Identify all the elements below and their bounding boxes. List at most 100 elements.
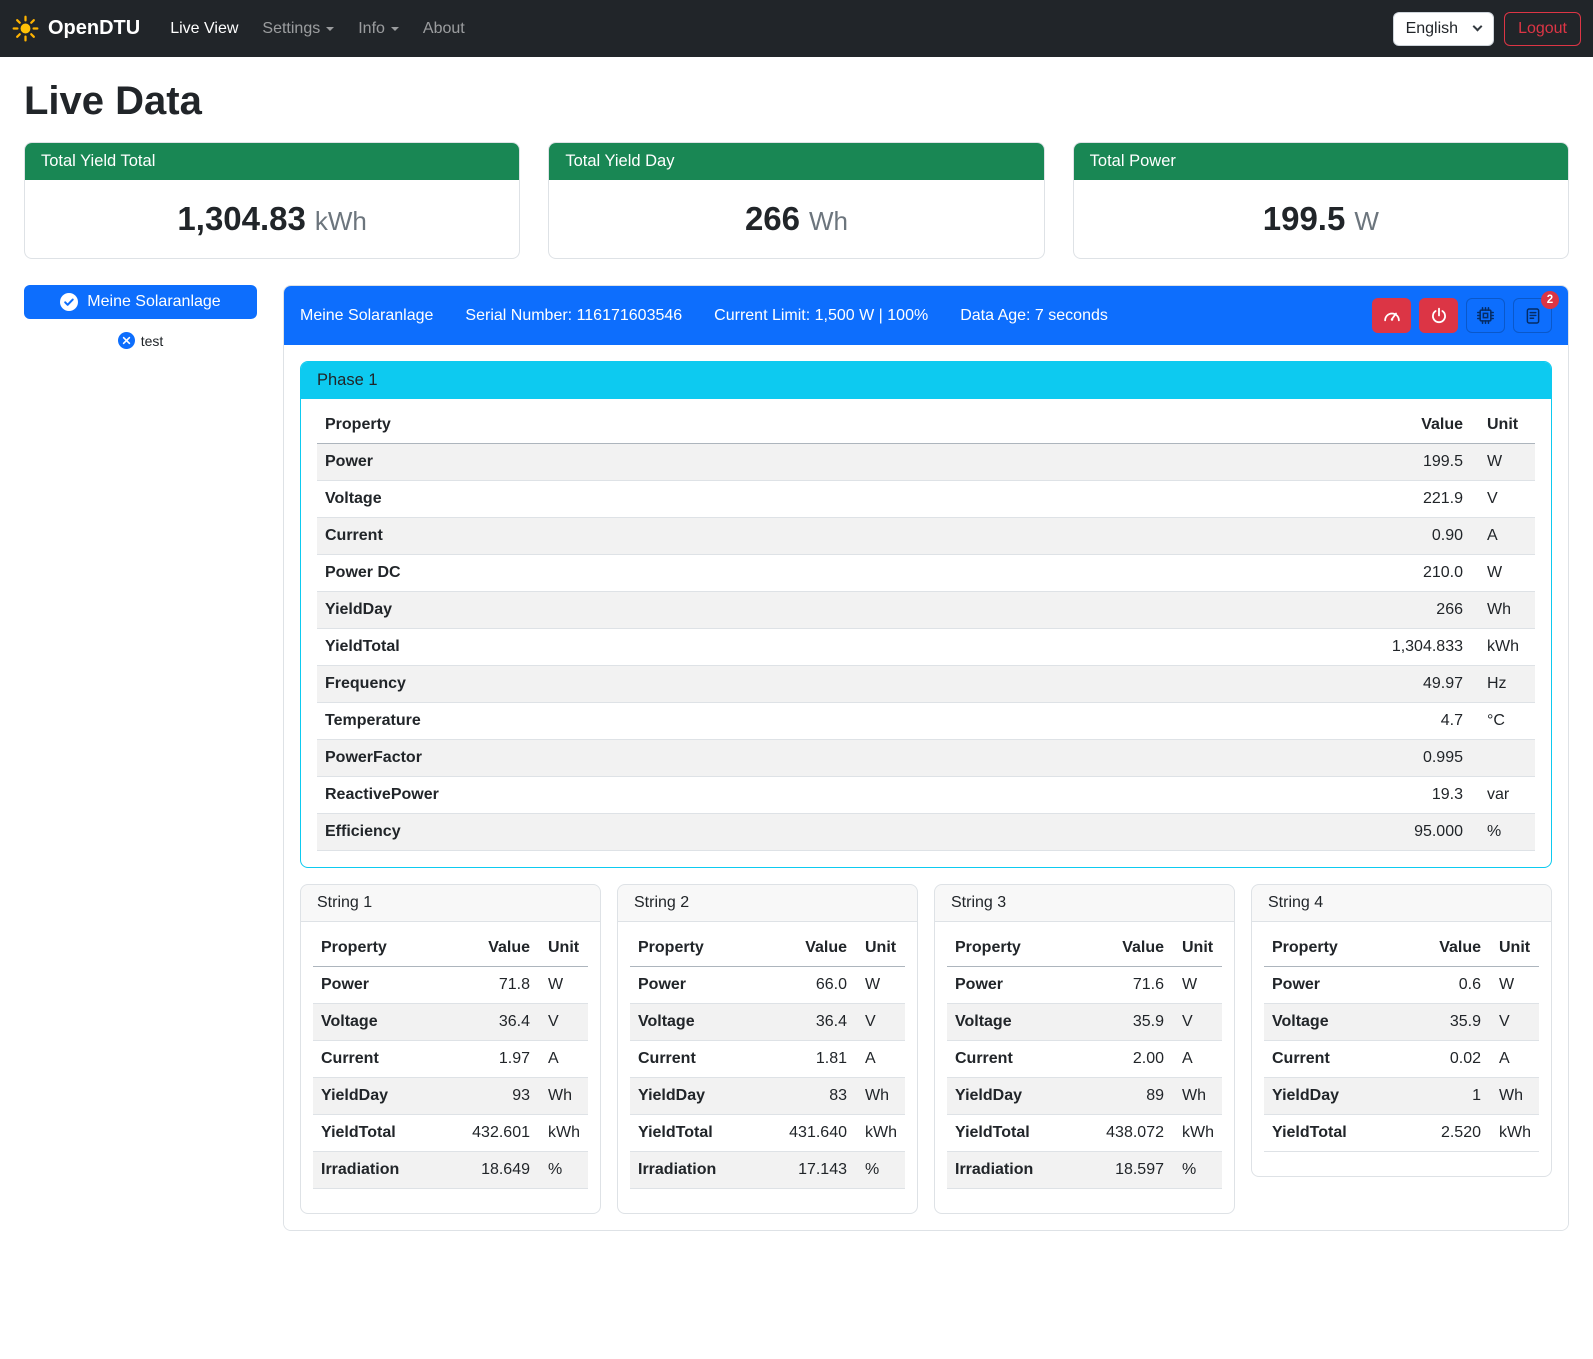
row-unit: A [855, 1041, 905, 1078]
table-header-row: Property Value Unit [313, 930, 588, 967]
inverter-data-age: Data Age: 7 seconds [960, 307, 1108, 325]
row-value: 35.9 [1073, 1004, 1172, 1041]
string-card-header: String 3 [935, 885, 1234, 922]
row-unit: °C [1471, 703, 1535, 740]
row-unit: A [538, 1041, 588, 1078]
page-container: Live Data Total Yield Total 1,304.83kWh … [0, 57, 1593, 1255]
row-unit [1471, 740, 1535, 777]
row-unit: V [1489, 1004, 1539, 1041]
summary-unit: Wh [809, 206, 848, 236]
row-unit: W [855, 967, 905, 1004]
content-row: Meine Solaranlage test Meine Solaranlage… [24, 285, 1569, 1231]
language-select[interactable]: English [1393, 12, 1494, 46]
row-unit: kWh [538, 1115, 588, 1152]
phase-card-header: Phase 1 [301, 362, 1551, 399]
row-property: Current [1264, 1041, 1401, 1078]
table-header-row: Property Value Unit [630, 930, 905, 967]
table-row: Power DC210.0W [317, 555, 1535, 592]
event-log-button[interactable]: 2 [1513, 298, 1552, 333]
row-value: 18.597 [1073, 1152, 1172, 1189]
summary-cards-row: Total Yield Total 1,304.83kWh Total Yiel… [24, 142, 1569, 259]
summary-unit: W [1354, 206, 1379, 236]
row-value: 71.6 [1073, 967, 1172, 1004]
row-unit: W [1172, 967, 1222, 1004]
row-value: 2.520 [1401, 1115, 1489, 1152]
summary-value: 266 [745, 200, 800, 237]
row-property: ReactivePower [317, 777, 1007, 814]
row-property: YieldTotal [1264, 1115, 1401, 1152]
page-title: Live Data [24, 79, 1569, 124]
row-property: Power [313, 967, 439, 1004]
row-property: YieldTotal [317, 629, 1007, 666]
phase-card-body: Property Value Unit Power199.5WVoltage22… [301, 399, 1551, 867]
event-count-badge: 2 [1541, 291, 1559, 309]
column-header-value: Value [756, 930, 855, 967]
column-header-unit: Unit [855, 930, 905, 967]
row-unit: kWh [1471, 629, 1535, 666]
nav-settings[interactable]: Settings [253, 12, 343, 46]
nav-info[interactable]: Info [349, 12, 408, 46]
row-value: 210.0 [1007, 555, 1471, 592]
string-card-body: Property Value Unit Power0.6WVoltage35.9… [1252, 922, 1551, 1176]
table-header-row: Property Value Unit [947, 930, 1222, 967]
column-header-property: Property [630, 930, 756, 967]
chevron-down-icon [1473, 22, 1483, 32]
row-unit: A [1172, 1041, 1222, 1078]
summary-card-total-yield-day: Total Yield Day 266 Wh [548, 142, 1044, 259]
table-row: Temperature4.7°C [317, 703, 1535, 740]
sidebar-item-test[interactable]: test [24, 332, 257, 349]
row-unit: % [1172, 1152, 1222, 1189]
nav-live-view[interactable]: Live View [161, 12, 247, 46]
column-header-property: Property [1264, 930, 1401, 967]
string-table-body: Power71.8WVoltage36.4VCurrent1.97AYieldD… [313, 967, 588, 1189]
inverter-serial: Serial Number: 116171603546 [465, 307, 682, 325]
table-row: Voltage36.4V [630, 1004, 905, 1041]
table-row: YieldTotal431.640kWh [630, 1115, 905, 1152]
row-value: 89 [1073, 1078, 1172, 1115]
column-header-value: Value [1073, 930, 1172, 967]
row-value: 1.97 [439, 1041, 538, 1078]
limit-settings-button[interactable] [1372, 298, 1411, 333]
table-row: Power199.5W [317, 444, 1535, 481]
row-unit: Wh [538, 1078, 588, 1115]
row-value: 0.6 [1401, 967, 1489, 1004]
logout-button[interactable]: Logout [1504, 12, 1581, 46]
summary-unit: kWh [315, 206, 367, 236]
table-row: Current2.00A [947, 1041, 1222, 1078]
row-property: Voltage [947, 1004, 1073, 1041]
table-header-row: Property Value Unit [1264, 930, 1539, 967]
row-property: Power [1264, 967, 1401, 1004]
row-property: YieldDay [313, 1078, 439, 1115]
row-property: YieldDay [947, 1078, 1073, 1115]
row-value: 1.81 [756, 1041, 855, 1078]
power-settings-button[interactable] [1419, 298, 1458, 333]
row-unit: W [538, 967, 588, 1004]
app-brand[interactable]: OpenDTU [12, 15, 140, 42]
row-value: 93 [439, 1078, 538, 1115]
table-row: Irradiation18.649% [313, 1152, 588, 1189]
inverter-select-button[interactable]: Meine Solaranlage [24, 285, 257, 319]
string-table: Property Value Unit Power66.0WVoltage36.… [630, 930, 905, 1189]
row-value: 2.00 [1073, 1041, 1172, 1078]
nav-about[interactable]: About [414, 12, 474, 46]
table-row: Voltage221.9V [317, 481, 1535, 518]
table-row: YieldDay1Wh [1264, 1078, 1539, 1115]
table-row: Power71.6W [947, 967, 1222, 1004]
x-circle-icon [118, 332, 135, 349]
device-info-button[interactable] [1466, 298, 1505, 333]
row-property: Power [317, 444, 1007, 481]
sun-icon [12, 15, 39, 42]
inverter-panel-body: Phase 1 Property Value Unit Power199.5WV… [284, 345, 1568, 1230]
summary-card-header: Total Yield Day [549, 143, 1043, 180]
row-property: Efficiency [317, 814, 1007, 851]
gauge-icon [1382, 306, 1402, 326]
column-header-unit: Unit [1172, 930, 1222, 967]
row-unit: V [538, 1004, 588, 1041]
string-card-3: String 3 Property Value Unit [934, 884, 1235, 1214]
summary-value: 1,304.83 [177, 200, 305, 237]
string-card-body: Property Value Unit Power71.8WVoltage36.… [301, 922, 600, 1213]
summary-card-body: 1,304.83 kWh [25, 180, 519, 258]
table-row: YieldTotal432.601kWh [313, 1115, 588, 1152]
string-table: Property Value Unit Power0.6WVoltage35.9… [1264, 930, 1539, 1152]
cpu-icon [1476, 306, 1495, 325]
